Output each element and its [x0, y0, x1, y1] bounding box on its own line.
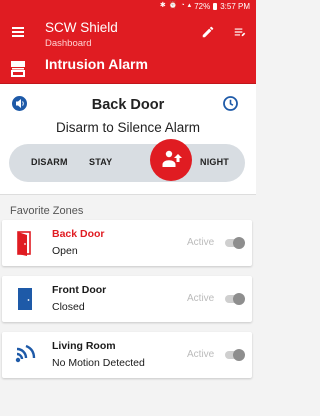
app-subtitle: Dashboard — [45, 38, 92, 49]
disarm-message: Disarm to Silence Alarm — [55, 120, 201, 135]
zone-active-toggle[interactable] — [223, 237, 245, 249]
alarm-banner: Intrusion Alarm — [0, 52, 256, 84]
bluetooth-icon: ✱ — [159, 2, 166, 9]
zone-name: Living Room — [52, 340, 116, 352]
closed-door-icon — [18, 288, 32, 310]
away-person-icon — [162, 150, 182, 167]
clock-time: 3:57 PM — [220, 1, 250, 11]
zone-state: No Motion Detected — [52, 357, 145, 369]
app-header: SCW Shield Dashboard — [0, 12, 256, 52]
arm-mode-selector: DISARM STAY NIGHT — [9, 144, 245, 182]
zone-card-back-door[interactable]: Back Door Open Active — [2, 220, 252, 266]
zone-card-living-room[interactable]: Living Room No Motion Detected Active — [2, 332, 252, 378]
edit-icon[interactable] — [201, 25, 215, 39]
battery-icon — [213, 2, 218, 10]
motion-sensor-icon — [15, 344, 36, 363]
menu-icon[interactable] — [12, 27, 24, 37]
alarm-panel-icon — [11, 61, 25, 77]
zone-state: Closed — [52, 301, 85, 313]
security-status-panel: Back Door Disarm to Silence Alarm DISARM… — [0, 84, 256, 195]
alarm-icon: ⏰ — [168, 2, 178, 9]
stay-button[interactable]: STAY — [89, 157, 112, 167]
app-title: SCW Shield — [45, 20, 118, 35]
battery-percent: 72% — [194, 1, 211, 11]
zone-state: Open — [52, 245, 78, 257]
zone-active-toggle[interactable] — [223, 293, 245, 305]
triggered-zone-name: Back Door — [91, 97, 165, 113]
zone-status: Active — [187, 349, 215, 360]
zone-name: Front Door — [52, 284, 107, 296]
zone-status: Active — [187, 237, 215, 248]
night-button[interactable]: NIGHT — [200, 157, 229, 167]
clock-icon[interactable] — [223, 96, 238, 111]
signal-icon: ▴ — [187, 2, 192, 9]
away-button[interactable] — [150, 139, 192, 181]
zone-name: Back Door — [52, 228, 105, 240]
reorder-icon[interactable] — [233, 25, 247, 39]
zone-card-front-door[interactable]: Front Door Closed Active — [2, 276, 252, 322]
open-door-icon — [17, 231, 31, 256]
wifi-icon: ◔ — [180, 2, 185, 9]
disarm-button[interactable]: DISARM — [31, 157, 68, 167]
zone-active-toggle[interactable] — [223, 349, 245, 361]
zone-status: Active — [187, 293, 215, 304]
alarm-title: Intrusion Alarm — [45, 56, 148, 72]
status-bar: ✱ ⏰ ◔ ▴ 72% 3:57 PM — [0, 0, 256, 12]
favorite-zones-header: Favorite Zones — [10, 205, 84, 217]
